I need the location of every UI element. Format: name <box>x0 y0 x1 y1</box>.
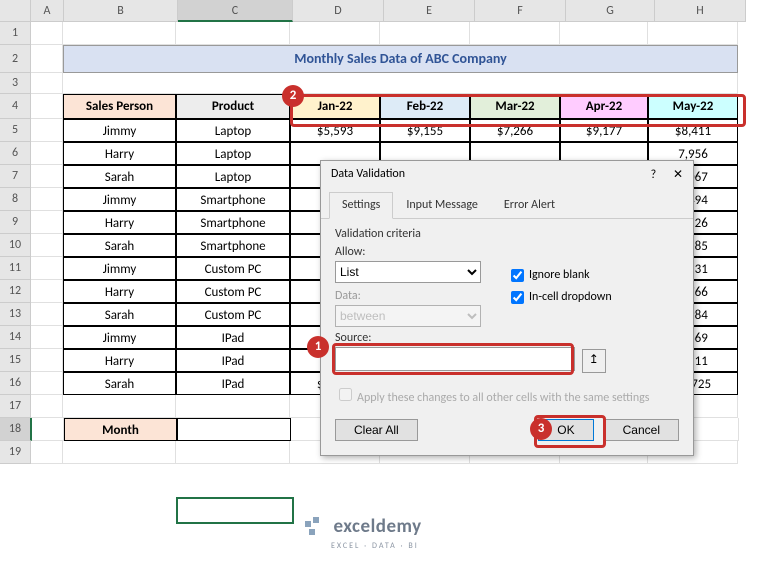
row-header-12[interactable]: 12 <box>0 280 31 303</box>
data-validation-dialog: Data Validation ? ✕ Settings Input Messa… <box>320 160 694 456</box>
table-cell[interactable]: Laptop <box>176 119 290 142</box>
clear-all-button[interactable]: Clear All <box>335 419 418 441</box>
row-header-18[interactable]: 18 <box>0 418 32 441</box>
table-cell[interactable]: Custom PC <box>176 280 290 303</box>
table-cell[interactable]: Sarah <box>63 234 176 257</box>
select-all[interactable] <box>0 0 31 22</box>
annotation-2: 2 <box>282 85 304 107</box>
table-cell[interactable]: Custom PC <box>176 257 290 280</box>
row-header-6[interactable]: 6 <box>0 142 31 165</box>
table-cell[interactable]: Harry <box>63 142 176 165</box>
col-header-b[interactable]: B <box>64 0 178 22</box>
col-header-f[interactable]: F <box>475 0 566 22</box>
row-header-10[interactable]: 10 <box>0 234 31 257</box>
table-cell[interactable]: Laptop <box>176 165 290 188</box>
data-label: Data: <box>335 289 481 303</box>
table-cell[interactable]: Jimmy <box>63 326 176 349</box>
active-cell-border <box>176 497 294 524</box>
header-may: May-22 <box>648 94 738 119</box>
allow-select[interactable]: List <box>335 261 481 283</box>
help-icon[interactable]: ? <box>651 168 657 182</box>
tab-settings[interactable]: Settings <box>329 192 393 219</box>
table-cell[interactable]: Harry <box>63 349 176 372</box>
dialog-title: Data Validation <box>331 167 405 182</box>
table-cell[interactable]: $9,155 <box>380 119 470 142</box>
col-header-c[interactable]: C <box>178 0 293 22</box>
table-cell[interactable]: Jimmy <box>63 119 176 142</box>
row-header-9[interactable]: 9 <box>0 211 31 234</box>
table-cell[interactable]: Smartphone <box>176 234 290 257</box>
header-apr: Apr-22 <box>560 94 648 119</box>
source-input[interactable] <box>335 347 575 371</box>
ignore-blank-checkbox[interactable]: Ignore blank <box>507 266 612 285</box>
source-label: Source: <box>335 331 679 345</box>
row-header-15[interactable]: 15 <box>0 349 31 372</box>
row-header-7[interactable]: 7 <box>0 165 31 188</box>
header-product: Product <box>176 94 290 119</box>
tab-error-alert[interactable]: Error Alert <box>491 192 568 218</box>
table-cell[interactable]: Laptop <box>176 142 290 165</box>
row-header-16[interactable]: 16 <box>0 372 31 395</box>
col-header-e[interactable]: E <box>384 0 475 22</box>
data-select: between <box>335 305 481 327</box>
month-input-cell[interactable] <box>177 418 291 441</box>
row-header-13[interactable]: 13 <box>0 303 31 326</box>
row-header-11[interactable]: 11 <box>0 257 31 280</box>
table-cell[interactable]: Smartphone <box>176 211 290 234</box>
row-header-1[interactable]: 1 <box>0 22 31 45</box>
allow-label: Allow: <box>335 245 481 259</box>
table-cell[interactable]: Sarah <box>63 165 176 188</box>
row-header-14[interactable]: 14 <box>0 326 31 349</box>
range-picker-icon[interactable]: ↥ <box>582 349 606 373</box>
table-cell[interactable]: $7,266 <box>470 119 560 142</box>
col-header-a[interactable]: A <box>31 0 64 22</box>
row-header-19[interactable]: 19 <box>0 441 31 464</box>
criteria-label: Validation criteria <box>335 227 679 241</box>
month-label: Month <box>64 418 177 441</box>
close-icon[interactable]: ✕ <box>673 168 683 182</box>
col-header-d[interactable]: D <box>293 0 384 22</box>
table-cell[interactable]: IPad <box>176 326 290 349</box>
cancel-button[interactable]: Cancel <box>604 419 679 441</box>
row-header-4[interactable]: 4 <box>0 94 31 119</box>
table-cell[interactable]: Sarah <box>63 372 176 395</box>
logo: exceldemy EXCEL · DATA · BI <box>305 515 422 551</box>
col-header-g[interactable]: G <box>566 0 655 22</box>
col-header-h[interactable]: H <box>655 0 746 22</box>
row-header-17[interactable]: 17 <box>0 395 31 418</box>
page-title: Monthly Sales Data of ABC Company <box>63 45 738 73</box>
apply-changes-checkbox: Apply these changes to all other cells w… <box>335 391 649 405</box>
row-header-8[interactable]: 8 <box>0 188 31 211</box>
table-cell[interactable]: IPad <box>176 372 290 395</box>
table-cell[interactable]: Jimmy <box>63 188 176 211</box>
header-feb: Feb-22 <box>380 94 470 119</box>
table-cell[interactable]: Harry <box>63 211 176 234</box>
row-header-3[interactable]: 3 <box>0 73 31 94</box>
table-cell[interactable]: Smartphone <box>176 188 290 211</box>
header-mar: Mar-22 <box>470 94 560 119</box>
row-header-2[interactable]: 2 <box>0 45 31 73</box>
table-cell[interactable]: $9,177 <box>560 119 648 142</box>
incell-dropdown-checkbox[interactable]: In-cell dropdown <box>507 288 612 307</box>
header-sales-person: Sales Person <box>63 94 176 119</box>
table-cell[interactable]: Custom PC <box>176 303 290 326</box>
annotation-1: 1 <box>307 336 329 358</box>
row-header-5[interactable]: 5 <box>0 119 31 142</box>
table-cell[interactable]: $8,411 <box>648 119 738 142</box>
table-cell[interactable]: Harry <box>63 280 176 303</box>
table-cell[interactable]: Sarah <box>63 303 176 326</box>
annotation-3: 3 <box>530 418 552 440</box>
table-cell[interactable]: Jimmy <box>63 257 176 280</box>
table-cell[interactable]: IPad <box>176 349 290 372</box>
table-cell[interactable]: $5,593 <box>290 119 380 142</box>
tab-input-message[interactable]: Input Message <box>393 192 491 218</box>
